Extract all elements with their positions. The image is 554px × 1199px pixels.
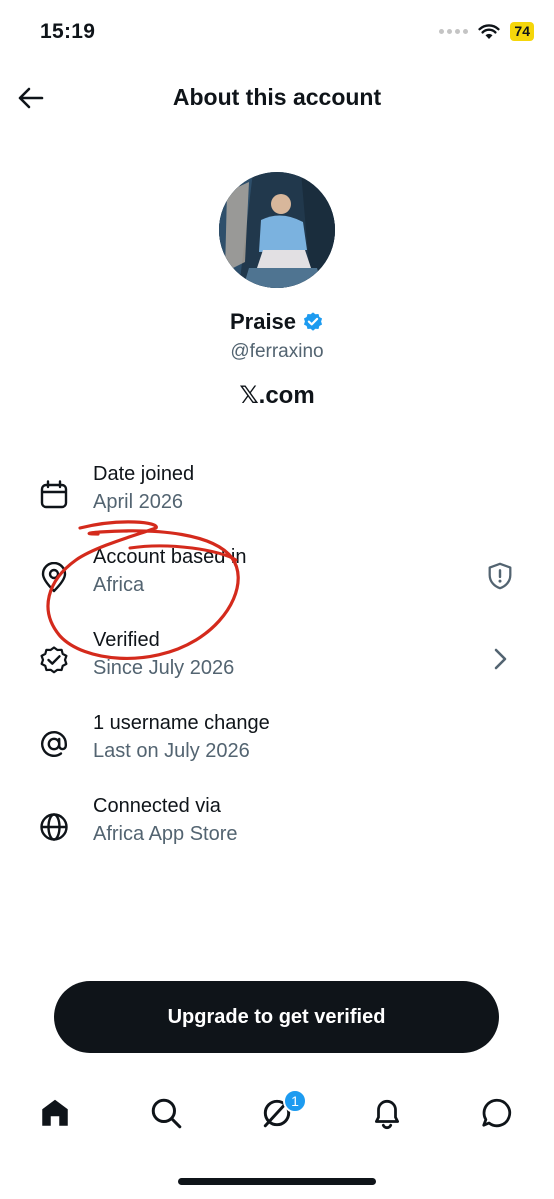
connected-via-row: Connected via Africa App Store [0, 795, 554, 875]
page-title: About this account [172, 84, 382, 110]
profile-name: Praise [229, 309, 297, 334]
nav-notifications[interactable] [367, 1093, 407, 1133]
location-pin-icon [41, 562, 67, 593]
status-time: 15:19 [40, 20, 96, 43]
site-name: 𝕏.com [239, 382, 315, 409]
battery-indicator: 74 [510, 22, 534, 41]
upgrade-button[interactable]: Upgrade to get verified [54, 981, 499, 1053]
verified-badge-icon [40, 646, 68, 674]
info-label: Account based in [93, 546, 247, 568]
info-value: Africa [93, 574, 145, 596]
globe-icon [40, 813, 68, 841]
grok-notification-badge: 1 [283, 1089, 307, 1113]
info-label: Verified [93, 629, 160, 651]
verified-details-button[interactable] [484, 643, 516, 675]
messages-icon [482, 1098, 512, 1128]
info-label: Date joined [93, 463, 195, 485]
verified-badge-icon [303, 312, 323, 331]
nav-home[interactable] [35, 1093, 75, 1133]
info-value: Since July 2026 [93, 657, 235, 679]
info-value: Last on July 2026 [93, 740, 250, 762]
wifi-icon [478, 23, 501, 39]
shield-alert-icon [488, 562, 512, 590]
at-sign-icon [41, 731, 67, 757]
status-indicators: 74 [439, 22, 534, 41]
search-icon [151, 1098, 182, 1129]
chevron-right-icon [494, 648, 507, 670]
home-indicator [178, 1178, 376, 1185]
info-value: April 2026 [93, 491, 184, 513]
profile-name-row: Praise [0, 309, 554, 335]
calendar-icon [40, 480, 68, 509]
nav-search[interactable] [146, 1093, 186, 1133]
info-value: Africa App Store [93, 823, 238, 845]
info-label: Connected via [93, 795, 221, 817]
nav-messages[interactable] [477, 1093, 517, 1133]
account-based-in-row: Account based in Africa [0, 546, 554, 626]
profile-handle: @ferraxino [230, 341, 324, 362]
avatar [219, 172, 335, 288]
home-icon [42, 1099, 68, 1126]
cellular-signal-icon [439, 29, 469, 34]
username-change-row: 1 username change Last on July 2026 [0, 712, 554, 792]
date-joined-row: Date joined April 2026 [0, 463, 554, 543]
notifications-icon [374, 1100, 400, 1130]
account-location-info-button[interactable] [484, 560, 516, 592]
info-label: 1 username change [93, 712, 270, 734]
verified-row[interactable]: Verified Since July 2026 [0, 629, 554, 709]
